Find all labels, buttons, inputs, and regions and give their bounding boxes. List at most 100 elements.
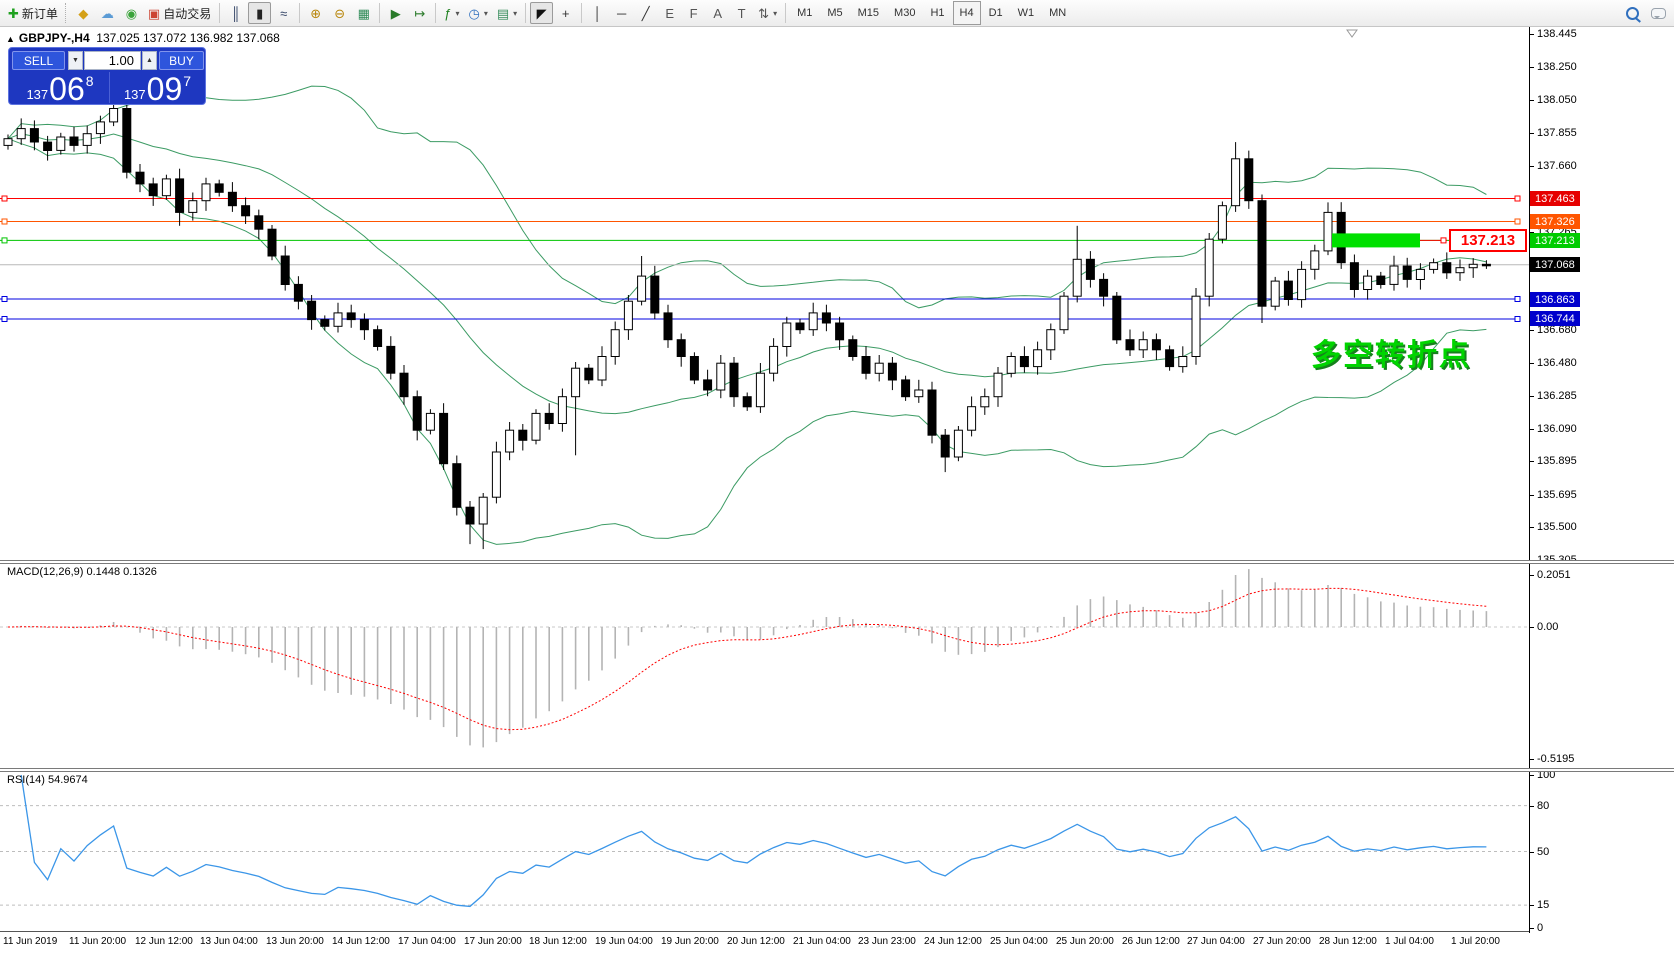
line-anchor[interactable] — [1515, 297, 1520, 302]
line-chart-button[interactable]: ≈ — [272, 2, 295, 24]
timeframe-h1-button[interactable]: H1 — [923, 1, 951, 25]
candle-body — [44, 142, 52, 150]
candlestick-chart-button[interactable]: ▮ — [248, 2, 271, 24]
dropdown-caret-icon: ▾ — [773, 9, 777, 18]
horizontal-line-button[interactable]: ─ — [610, 2, 633, 24]
chat-icon[interactable] — [1651, 8, 1666, 19]
chart-shift-icon: ↦ — [414, 7, 425, 20]
metaquotes-button[interactable]: ◆ — [72, 2, 95, 24]
panel-divider — [109, 72, 110, 103]
macd-tick-label: -0.5195 — [1537, 753, 1574, 765]
candle-body — [228, 192, 236, 205]
candle-body — [1390, 266, 1398, 284]
date-tick-label: 18 Jun 12:00 — [529, 936, 587, 947]
line-anchor[interactable] — [2, 297, 7, 302]
panel-separator[interactable] — [0, 560, 1674, 564]
chart-shift-button[interactable]: ↦ — [408, 2, 431, 24]
axis-tick — [1530, 905, 1534, 906]
price-level-label[interactable]: 137.213 — [1449, 229, 1527, 252]
timeframe-w1-button[interactable]: W1 — [1011, 1, 1042, 25]
candle-body — [1416, 269, 1424, 279]
candle-body — [717, 363, 725, 390]
chart-shift-marker — [1347, 30, 1357, 37]
buy-price[interactable]: 137 09 7 — [111, 72, 204, 104]
candle-body — [492, 452, 500, 497]
auto-scroll-button[interactable]: ▶ — [384, 2, 407, 24]
date-tick-label: 13 Jun 04:00 — [200, 936, 258, 947]
templates-button[interactable]: ▤▾ — [493, 2, 521, 24]
timeframe-h4-button[interactable]: H4 — [953, 1, 981, 25]
rsi-indicator-panel[interactable] — [0, 771, 1529, 931]
candle-body — [1284, 281, 1292, 299]
bar-chart-icon: ║ — [231, 7, 240, 20]
line-anchor[interactable] — [1515, 317, 1520, 322]
candle-body — [849, 340, 857, 357]
axis-tick — [1530, 627, 1534, 628]
timeframe-m30-button[interactable]: M30 — [887, 1, 922, 25]
candle-body — [426, 413, 434, 430]
price-axis[interactable]: 138.445138.250138.050137.855137.660137.2… — [1529, 27, 1674, 933]
turning-point-annotation[interactable]: 多空转折点 — [1311, 330, 1471, 374]
line-anchor[interactable] — [2, 317, 7, 322]
candle-body — [268, 229, 276, 256]
timeframe-mn-button[interactable]: MN — [1042, 1, 1073, 25]
line-anchor[interactable] — [2, 196, 7, 201]
line-anchor[interactable] — [1515, 219, 1520, 224]
search-icon[interactable] — [1626, 7, 1639, 20]
arrows-button[interactable]: ⇅▾ — [754, 2, 781, 24]
candle-body — [440, 413, 448, 463]
volume-input[interactable]: 1.00 — [84, 51, 141, 70]
candle-body — [611, 330, 619, 357]
main-price-chart[interactable] — [0, 27, 1529, 560]
candle-body — [1139, 340, 1147, 350]
candle-body — [30, 129, 38, 142]
one-click-trading-panel: SELL ▼ 1.00 ▲ BUY 137 06 8 137 09 7 — [8, 47, 206, 105]
cursor-button[interactable]: ◤ — [530, 2, 553, 24]
volume-step-down-button[interactable]: ▼ — [68, 51, 83, 70]
price-tick-label: 136.480 — [1537, 357, 1577, 369]
highlight-bar[interactable] — [1332, 233, 1420, 247]
periods-button[interactable]: ◷▾ — [464, 2, 491, 24]
zoom-out-button[interactable]: ⊖ — [328, 2, 351, 24]
price-badge: 137.463 — [1530, 191, 1580, 206]
signals-button[interactable]: ◉ — [120, 2, 143, 24]
timeframe-m5-button[interactable]: M5 — [820, 1, 849, 25]
buy-button[interactable]: BUY — [159, 51, 204, 70]
bar-chart-button[interactable]: ║ — [224, 2, 247, 24]
date-tick-label: 21 Jun 04:00 — [793, 936, 851, 947]
timeframe-m1-button[interactable]: M1 — [790, 1, 819, 25]
toolbar-separator — [525, 3, 526, 23]
candle-body — [730, 363, 738, 397]
indicators-button[interactable]: ƒ▾ — [440, 2, 463, 24]
line-anchor[interactable] — [1515, 196, 1520, 201]
axis-tick — [1530, 67, 1534, 68]
volume-step-up-button[interactable]: ▲ — [142, 51, 157, 70]
text-button[interactable]: A — [706, 2, 729, 24]
candle-body — [1350, 263, 1358, 290]
line-anchor[interactable] — [2, 238, 7, 243]
text-label-button[interactable]: T — [730, 2, 753, 24]
zoom-in-button[interactable]: ⊕ — [304, 2, 327, 24]
vertical-line-button[interactable]: │ — [586, 2, 609, 24]
line-anchor[interactable] — [1441, 238, 1446, 243]
equidistant-channel-button[interactable]: E — [658, 2, 681, 24]
panel-separator[interactable] — [0, 768, 1674, 772]
community-button[interactable]: ☁ — [96, 2, 119, 24]
sell-price[interactable]: 137 06 8 — [12, 72, 108, 104]
fibonacci-button[interactable]: F — [682, 2, 705, 24]
timeframe-m15-button[interactable]: M15 — [851, 1, 886, 25]
time-axis[interactable]: 11 Jun 201911 Jun 20:0012 Jun 12:0013 Ju… — [0, 933, 1529, 953]
crosshair-button[interactable]: + — [554, 2, 577, 24]
sell-button[interactable]: SELL — [12, 51, 65, 70]
collapse-panel-icon[interactable]: ▲ — [6, 34, 15, 44]
timeframe-d1-button[interactable]: D1 — [982, 1, 1010, 25]
macd-indicator-panel[interactable] — [0, 563, 1529, 768]
line-anchor[interactable] — [2, 219, 7, 224]
new-order-button[interactable]: ✚新订单 — [4, 2, 62, 24]
date-tick-label: 26 Jun 12:00 — [1122, 936, 1180, 947]
chart-title: ▲GBPJPY-,H4 137.025 137.072 136.982 137.… — [6, 31, 280, 45]
autotrading-button[interactable]: ▣自动交易 — [144, 2, 215, 24]
candle-body — [1245, 159, 1253, 201]
trendline-button[interactable]: ╱ — [634, 2, 657, 24]
tile-windows-button[interactable]: ▦ — [352, 2, 375, 24]
